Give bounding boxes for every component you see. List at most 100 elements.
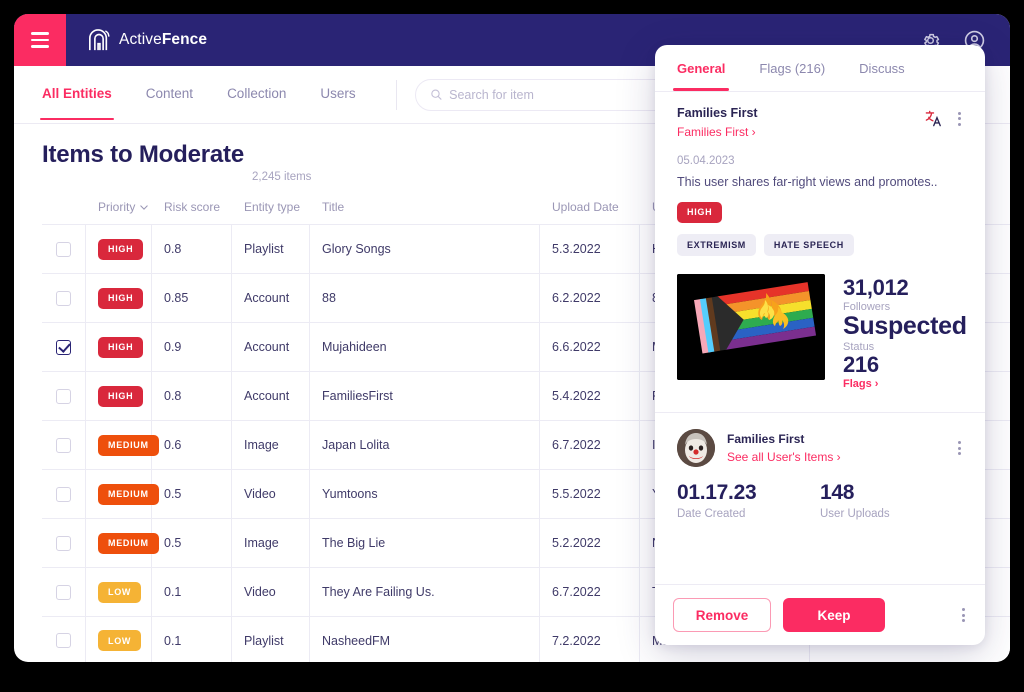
panel-entity-name: Families First <box>677 106 758 120</box>
column-header-upload-date[interactable]: Upload Date <box>540 190 640 224</box>
panel-entity-link[interactable]: Families First › <box>677 125 758 139</box>
column-header-priority[interactable]: Priority <box>86 190 152 224</box>
column-header-risk-score[interactable]: Risk score <box>152 190 232 224</box>
cell-title: 88 <box>310 274 540 322</box>
row-checkbox[interactable] <box>56 535 71 551</box>
panel-user-more-menu-icon[interactable] <box>956 439 963 457</box>
row-checkbox[interactable] <box>56 633 71 648</box>
row-checkbox[interactable] <box>56 584 71 600</box>
cell-risk-score: 0.85 <box>152 274 232 322</box>
cell-entity-type: Image <box>232 421 310 469</box>
row-checkbox-cell[interactable] <box>42 225 86 273</box>
panel-entity-title-row: Families First Families First › <box>677 106 963 139</box>
panel-user-stat-date-created: 01.17.23 Date Created <box>677 481 757 521</box>
priority-badge: MEDIUM <box>98 532 159 554</box>
row-checkbox[interactable] <box>56 339 71 355</box>
row-checkbox[interactable] <box>56 290 71 306</box>
hamburger-menu-icon[interactable] <box>14 14 66 66</box>
brand-name-bold: Fence <box>161 31 208 48</box>
column-header-title[interactable]: Title <box>310 190 540 224</box>
row-checkbox-cell[interactable] <box>42 519 86 567</box>
panel-body: Families First Families First › 05.04.20… <box>655 92 985 584</box>
tab-all-entities[interactable]: All Entities <box>40 86 114 120</box>
panel-priority-badge: HIGH <box>677 201 723 223</box>
translate-icon[interactable] <box>924 109 943 128</box>
row-checkbox[interactable] <box>56 437 71 453</box>
brand-name: ActiveFence <box>119 31 207 49</box>
panel-tab-discuss[interactable]: Discuss <box>859 61 905 76</box>
tab-collection[interactable]: Collection <box>227 86 286 103</box>
cell-priority: HIGH <box>86 323 152 371</box>
cell-priority: LOW <box>86 568 152 616</box>
panel-stat-flags: 216 Flags › <box>843 353 967 390</box>
row-checkbox-cell[interactable] <box>42 372 86 420</box>
panel-date: 05.04.2023 <box>677 155 735 167</box>
cell-priority: MEDIUM <box>86 470 159 518</box>
priority-badge: LOW <box>98 630 142 651</box>
panel-tab-flags[interactable]: Flags (216) <box>759 61 825 76</box>
panel-tag-extremism[interactable]: EXTREMISM <box>677 233 756 256</box>
cell-entity-type: Video <box>232 568 310 616</box>
cell-risk-score: 0.9 <box>152 323 232 371</box>
cell-upload-date: 6.2.2022 <box>540 274 640 322</box>
clown-avatar-icon[interactable] <box>677 429 715 468</box>
page-title: Items to Moderate <box>42 141 244 168</box>
panel-flags-link[interactable]: Flags › <box>843 378 967 390</box>
tab-content[interactable]: Content <box>146 86 193 103</box>
chevron-down-icon <box>140 204 149 210</box>
row-checkbox[interactable] <box>56 241 71 257</box>
cell-upload-date: 5.5.2022 <box>540 470 640 518</box>
cell-risk-score: 0.1 <box>152 617 232 662</box>
remove-button[interactable]: Remove <box>673 598 771 632</box>
cell-upload-date: 5.2.2022 <box>540 519 640 567</box>
cell-priority: MEDIUM <box>86 519 159 567</box>
panel-tab-nav: General Flags (216) Discuss <box>655 45 985 92</box>
cell-entity-type: Playlist <box>232 225 310 273</box>
panel-user-name: Families First <box>727 432 805 447</box>
tab-users[interactable]: Users <box>320 86 355 103</box>
row-checkbox[interactable] <box>56 388 71 404</box>
cell-upload-date: 6.6.2022 <box>540 323 640 371</box>
priority-badge: HIGH <box>98 385 144 407</box>
activefence-logo-icon <box>89 29 110 51</box>
priority-badge: MEDIUM <box>98 434 159 456</box>
cell-title: The Big Lie <box>310 519 540 567</box>
brand-logo: ActiveFence <box>88 28 207 52</box>
row-checkbox-cell[interactable] <box>42 323 86 371</box>
row-checkbox-cell[interactable] <box>42 421 86 469</box>
cell-risk-score: 0.8 <box>152 225 232 273</box>
priority-badge: HIGH <box>98 287 144 309</box>
panel-action-bar: Remove Keep <box>655 584 985 645</box>
panel-tag-hate-speech[interactable]: HATE SPEECH <box>763 233 854 256</box>
panel-description: This user shares far-right views and pro… <box>677 175 938 189</box>
panel-stats-list: 31,012 Followers Suspected Status 216 Fl… <box>843 274 967 394</box>
priority-badge: HIGH <box>98 336 144 358</box>
cell-title: Mujahideen <box>310 323 540 371</box>
cell-title: Glory Songs <box>310 225 540 273</box>
row-checkbox-cell[interactable] <box>42 274 86 322</box>
column-header-entity-type[interactable]: Entity type <box>232 190 310 224</box>
panel-tab-general[interactable]: General <box>672 61 730 91</box>
cell-entity-type: Account <box>232 323 310 371</box>
panel-actions-more-menu-icon[interactable] <box>960 606 967 624</box>
row-checkbox[interactable] <box>56 486 71 502</box>
panel-user-items-link[interactable]: See all User's Items › <box>727 450 841 464</box>
burning-pride-flag-thumbnail[interactable] <box>677 273 825 380</box>
cell-title: Japan Lolita <box>310 421 540 469</box>
keep-button[interactable]: Keep <box>783 598 885 632</box>
cell-risk-score: 0.6 <box>152 421 232 469</box>
panel-entity-icons <box>924 106 963 128</box>
panel-tags: EXTREMISM HATE SPEECH <box>677 233 963 256</box>
row-checkbox-cell[interactable] <box>42 617 86 662</box>
row-checkbox-cell[interactable] <box>42 568 86 616</box>
cell-priority: HIGH <box>86 274 152 322</box>
cell-title: They Are Failing Us. <box>310 568 540 616</box>
priority-badge: MEDIUM <box>98 483 159 505</box>
cell-upload-date: 6.7.2022 <box>540 421 640 469</box>
cell-upload-date: 6.7.2022 <box>540 568 640 616</box>
panel-stat-followers: 31,012 Followers <box>843 274 909 313</box>
cell-priority: HIGH <box>86 225 152 273</box>
panel-more-menu-icon[interactable] <box>956 110 963 128</box>
row-checkbox-cell[interactable] <box>42 470 86 518</box>
cell-entity-type: Playlist <box>232 617 310 662</box>
